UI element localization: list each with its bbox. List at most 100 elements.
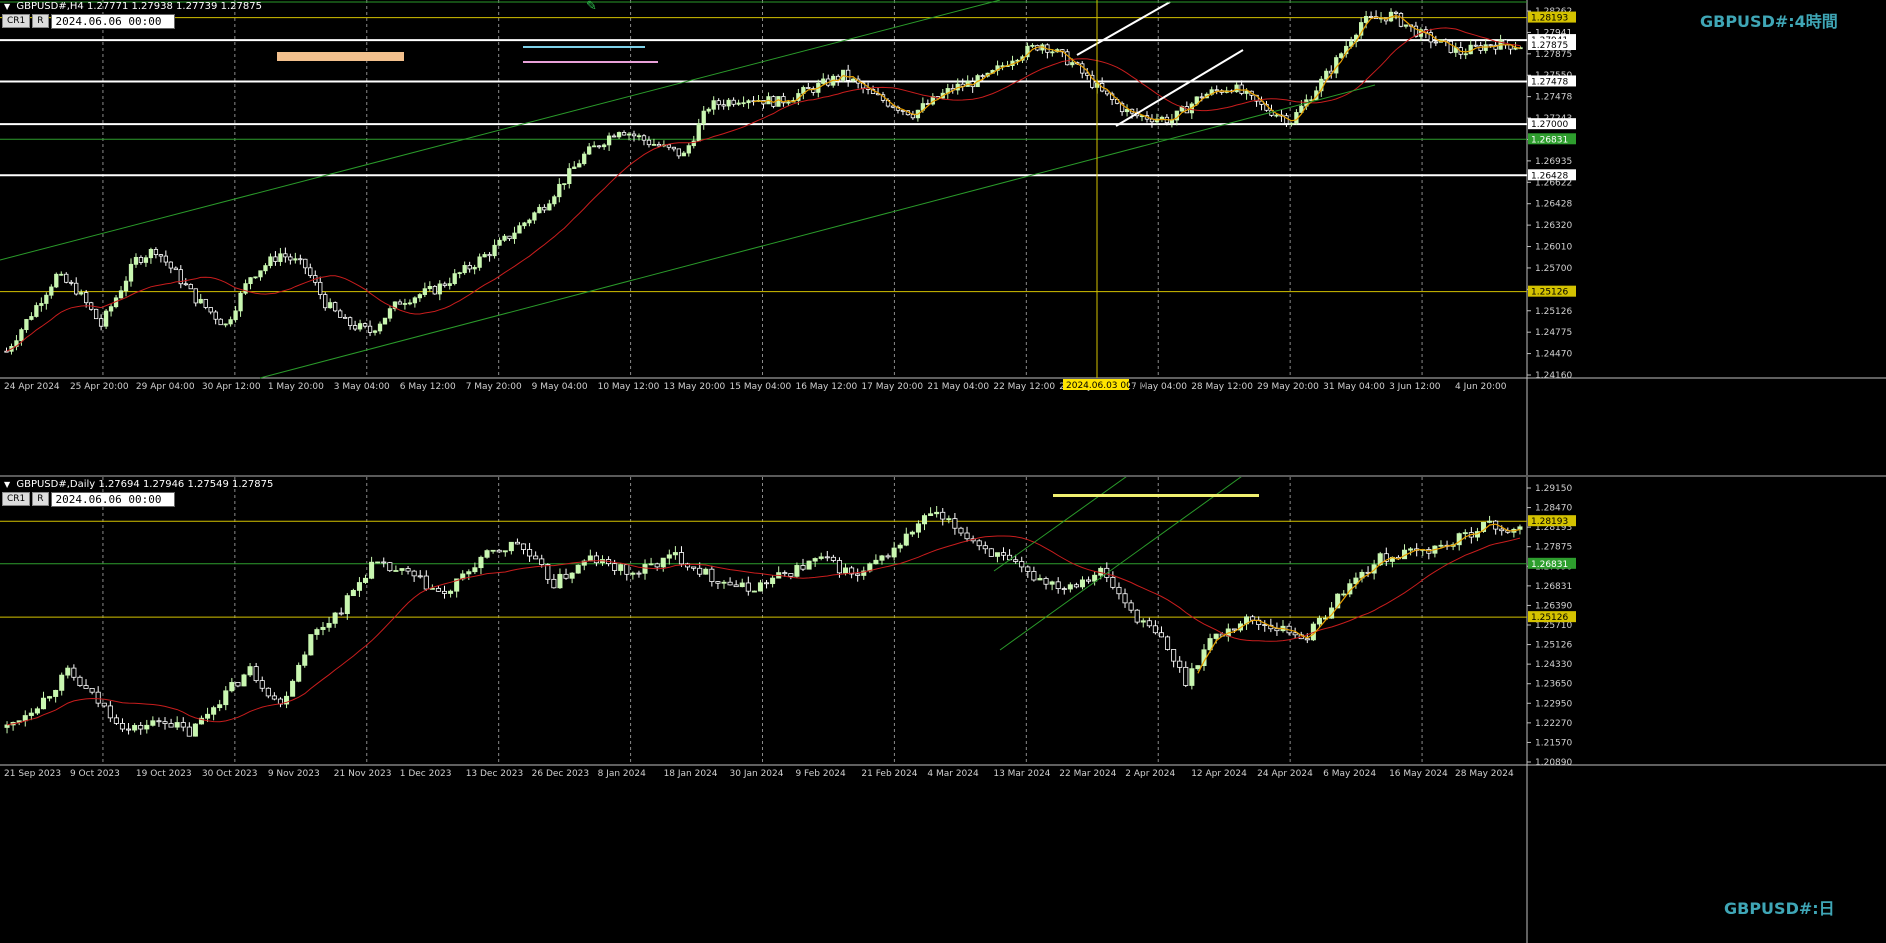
h4-chart-canvas[interactable]: 24 Apr 2024 25 Apr 20:00 29 Apr 04:00 30 Ap…: [0, 0, 1886, 475]
candle-body: [417, 294, 423, 299]
candle-body: [79, 292, 84, 295]
candle-body: [1158, 632, 1165, 638]
time-tick-label: 21 Nov 2023: [334, 769, 392, 779]
candle-body: [478, 556, 484, 569]
candle-body: [800, 565, 806, 570]
candle-body: [1487, 520, 1493, 523]
chart-pane-h4[interactable]: 24 Apr 2024 25 Apr 20:00 29 Apr 04:00 30 Ap…: [0, 0, 1886, 475]
time-tick-label: 9 Oct 2023: [70, 769, 120, 779]
candle-body: [1019, 561, 1025, 568]
candle-body: [435, 587, 441, 592]
candle-body: [387, 308, 393, 319]
candle-body: [1393, 11, 1399, 14]
candle-body: [323, 294, 328, 309]
time-tick-label: 4 Jun 20:00: [1455, 382, 1507, 392]
candle-body: [387, 562, 393, 572]
candle-body: [314, 629, 320, 635]
candle-body: [1049, 581, 1055, 585]
candle-body: [108, 306, 114, 312]
candle-body: [821, 78, 826, 84]
object-rectangle: [277, 52, 404, 61]
candle-body: [218, 318, 223, 326]
collapse-triangle-icon[interactable]: ▼: [4, 2, 10, 11]
candle-body: [1304, 638, 1310, 641]
candle-body: [411, 570, 417, 577]
candle-body: [192, 723, 198, 737]
chart-pane-daily[interactable]: 21 Sep 2023 9 Oct 2023 19 Oct 2023 30 Oct 2…: [0, 477, 1886, 943]
h4-r-button[interactable]: R: [32, 14, 49, 28]
candle-body: [770, 577, 776, 585]
candle-body: [739, 582, 745, 588]
candle-body: [514, 541, 520, 545]
candle-body: [1368, 16, 1374, 18]
candle-body: [676, 148, 681, 157]
candle-body: [308, 634, 314, 656]
candle-body: [150, 720, 156, 726]
candle-body: [233, 310, 238, 321]
candle-body: [651, 143, 657, 146]
candle-body: [84, 292, 89, 304]
daily-chart-canvas[interactable]: 21 Sep 2023 9 Oct 2023 19 Oct 2023 30 Oct 2…: [0, 477, 1886, 943]
candle-body: [733, 584, 739, 588]
candle-body: [1289, 122, 1294, 125]
candle-body: [107, 705, 113, 719]
candle-body: [726, 99, 731, 107]
candle-body: [1473, 44, 1478, 47]
candle-body: [1030, 44, 1035, 47]
candle-body: [40, 697, 47, 710]
h4-cr1-button[interactable]: CR1: [2, 14, 31, 28]
candle-body: [4, 350, 9, 353]
candle-body: [1098, 567, 1104, 576]
trend-channel-upper: [0, 0, 1001, 261]
candle-body: [472, 567, 478, 573]
candle-body: [1128, 602, 1134, 611]
candle-body: [47, 696, 53, 699]
time-tick-label: 3 Jun 12:00: [1389, 382, 1441, 392]
time-tick-label: 13 Dec 2023: [466, 769, 524, 779]
level-price-text: 1.25126: [1531, 288, 1568, 298]
price-tick-label: 1.25126: [1535, 641, 1572, 651]
candle-body: [462, 265, 467, 274]
candle-body: [1262, 624, 1268, 626]
daily-date-field[interactable]: 2024.06.06 00:00: [50, 492, 175, 507]
candle-body: [64, 273, 69, 283]
candle-body: [539, 558, 545, 565]
candle-body: [173, 267, 178, 271]
candle-body: [678, 552, 685, 565]
candle-body: [976, 540, 982, 547]
candle-body: [502, 550, 508, 553]
collapse-triangle-icon[interactable]: ▼: [4, 480, 10, 489]
candle-body: [235, 682, 241, 687]
candle-body: [1339, 53, 1344, 58]
candle-body: [727, 581, 733, 586]
candle-body: [338, 310, 343, 318]
daily-cr1-button[interactable]: CR1: [2, 492, 31, 506]
candle-body: [153, 249, 159, 255]
time-tick-label: 30 Jan 2024: [730, 769, 784, 779]
time-tick-label: 24 Apr 2024: [4, 382, 60, 392]
candle-body: [507, 235, 512, 240]
candle-body: [786, 101, 791, 104]
candle-body: [830, 556, 836, 561]
price-tick-label: 1.27875: [1535, 50, 1572, 60]
candle-body: [326, 622, 332, 628]
daily-r-button[interactable]: R: [32, 492, 49, 506]
price-tick-label: 1.26010: [1535, 243, 1572, 253]
candle-body: [362, 577, 369, 583]
time-tick-label: 2 Apr 2024: [1125, 769, 1175, 779]
daily-channel-upper: [993, 477, 1127, 572]
candle-body: [703, 568, 709, 575]
trend-channel-lower: [259, 84, 1376, 379]
support-zone-bar: [1053, 494, 1259, 497]
candle-body: [29, 316, 34, 320]
candle-body: [397, 301, 403, 305]
candle-body: [557, 183, 562, 198]
candle-body: [666, 144, 672, 148]
candle-body: [22, 715, 28, 722]
time-tick-label: 10 May 12:00: [598, 382, 660, 392]
time-tick-label: 7 May 20:00: [466, 382, 522, 392]
h4-date-field[interactable]: 2024.06.06 00:00: [50, 14, 175, 29]
candle-body: [1438, 544, 1444, 547]
candle-body: [338, 612, 344, 615]
candle-body: [612, 563, 618, 571]
